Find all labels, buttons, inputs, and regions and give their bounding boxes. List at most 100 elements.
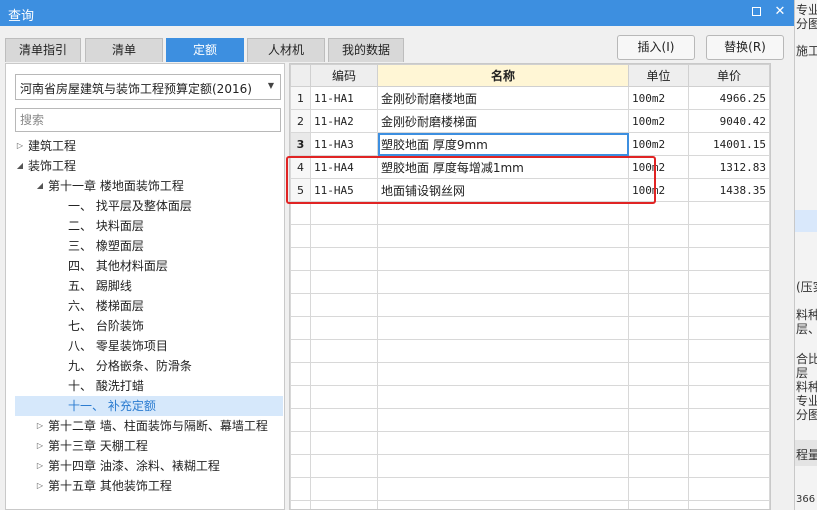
table-row[interactable]: 1 11-HA1 金刚砂耐磨楼地面 100m2 4966.25 <box>290 86 770 110</box>
code-cell[interactable]: 11-HA2 <box>310 109 378 133</box>
header-unit[interactable]: 单位 <box>628 64 689 87</box>
quota-tree: ▷ 建筑工程 ◢ 装饰工程 ◢ 第十一章 楼地面装饰工程 一、 找平层及整体面层 二、 块料面… <box>15 136 283 496</box>
tree-node[interactable]: 九、 分格嵌条、防滑条 <box>15 356 283 376</box>
header-price[interactable]: 单价 <box>688 64 770 87</box>
tree-node[interactable]: 十、 酸洗打蜡 <box>15 376 283 396</box>
unit-cell[interactable]: 100m2 <box>628 86 689 110</box>
tab-bill-guide[interactable]: 清单指引 <box>5 38 81 62</box>
maximize-icon <box>751 7 761 16</box>
tree-node-label: 装饰工程 <box>28 159 77 173</box>
background-app-edge: 专业 分图 施工段 (压实 料种 层、 合比 层 料种 专业 分图 程量 366 <box>794 0 817 510</box>
expand-arrow-icon[interactable]: ▷ <box>15 136 25 156</box>
name-cell[interactable]: 金刚砂耐磨楼地面 <box>377 86 629 110</box>
tree-node[interactable]: ▷ 第十四章 油漆、涂料、裱糊工程 <box>15 456 283 476</box>
table-row[interactable]: 3 11-HA3 塑胶地面 厚度9mm 100m2 14001.15 <box>290 132 770 156</box>
tree-node[interactable]: 七、 台阶装饰 <box>15 316 283 336</box>
price-cell[interactable]: 1438.35 <box>688 178 770 202</box>
code-cell[interactable]: 11-HA1 <box>310 86 378 110</box>
row-number[interactable]: 3 <box>290 132 311 156</box>
tree-node[interactable]: 五、 踢脚线 <box>15 276 283 296</box>
row-number[interactable]: 1 <box>290 86 311 110</box>
tree-node-label: 第十三章 天棚工程 <box>48 439 148 453</box>
tree-node-label: 八、 零星装饰项目 <box>68 339 168 353</box>
tree-node-label: 第十二章 墙、柱面装饰与隔断、幕墙工程 <box>48 419 268 433</box>
expand-arrow-icon[interactable]: ▷ <box>35 416 45 436</box>
quota-table: 编码 名称 单位 单价 1 11-HA1 金刚砂耐磨楼地面 100m2 4966.25 2… <box>290 64 770 509</box>
tree-node[interactable]: 十一、 补充定额 <box>15 396 283 416</box>
tree-node-label: 第十一章 楼地面装饰工程 <box>48 179 184 193</box>
tree-node[interactable]: ▷ 建筑工程 <box>15 136 283 156</box>
tree-node-label: 二、 块料面层 <box>68 219 144 233</box>
name-cell[interactable]: 塑胶地面 厚度每增减1mm <box>377 155 629 179</box>
edge-selected-row <box>795 210 817 232</box>
quota-library-select[interactable]: 河南省房屋建筑与装饰工程预算定额(2016) ▼ <box>15 74 281 100</box>
price-cell[interactable]: 4966.25 <box>688 86 770 110</box>
tree-node-label: 一、 找平层及整体面层 <box>68 199 192 213</box>
tree-node-label: 十、 酸洗打蜡 <box>68 379 144 393</box>
close-button[interactable]: ✕ <box>771 3 789 21</box>
tree-node-label: 第十五章 其他装饰工程 <box>48 479 172 493</box>
expand-arrow-icon[interactable]: ▷ <box>35 476 45 496</box>
tree-node[interactable]: 一、 找平层及整体面层 <box>15 196 283 216</box>
name-cell[interactable]: 金刚砂耐磨楼梯面 <box>377 109 629 133</box>
name-cell[interactable]: 塑胶地面 厚度9mm <box>377 132 629 156</box>
edge-text: 施工段 <box>796 44 817 58</box>
tree-node[interactable]: 四、 其他材料面层 <box>15 256 283 276</box>
tree-node[interactable]: ▷ 第十二章 墙、柱面装饰与隔断、幕墙工程 <box>15 416 283 436</box>
dialog-title-bar: 查询 ✕ <box>0 0 794 26</box>
edge-text: 分图 <box>796 17 817 31</box>
price-cell[interactable]: 1312.83 <box>688 155 770 179</box>
tree-node-label: 九、 分格嵌条、防滑条 <box>68 359 192 373</box>
price-cell[interactable]: 9040.42 <box>688 109 770 133</box>
dialog-title: 查询 <box>8 9 35 24</box>
tree-node-label: 第十四章 油漆、涂料、裱糊工程 <box>48 459 220 473</box>
price-cell[interactable]: 14001.15 <box>688 132 770 156</box>
tree-node-label: 六、 楼梯面层 <box>68 299 144 313</box>
tree-node-label: 四、 其他材料面层 <box>68 259 168 273</box>
name-cell[interactable]: 地面铺设钢丝网 <box>377 178 629 202</box>
tree-node[interactable]: 八、 零星装饰项目 <box>15 336 283 356</box>
insert-button[interactable]: 插入(I) <box>617 35 695 60</box>
tree-node-label: 三、 橡塑面层 <box>68 239 144 253</box>
table-row[interactable]: 2 11-HA2 金刚砂耐磨楼梯面 100m2 9040.42 <box>290 109 770 133</box>
table-header-row: 编码 名称 单位 单价 <box>290 64 770 87</box>
tree-node[interactable]: ◢ 第十一章 楼地面装饰工程 <box>15 176 283 196</box>
tree-node[interactable]: ▷ 第十三章 天棚工程 <box>15 436 283 456</box>
tree-node[interactable]: ◢ 装饰工程 <box>15 156 283 176</box>
expand-arrow-icon[interactable]: ▷ <box>35 456 45 476</box>
edge-text: 366 <box>796 494 816 505</box>
code-cell[interactable]: 11-HA3 <box>310 132 378 156</box>
quota-grid-panel: 编码 名称 单位 单价 1 11-HA1 金刚砂耐磨楼地面 100m2 4966.25 2… <box>289 63 771 510</box>
edge-text: (压实 <box>796 280 817 294</box>
unit-cell[interactable]: 100m2 <box>628 178 689 202</box>
tree-node-label: 七、 台阶装饰 <box>68 319 144 333</box>
row-number[interactable]: 4 <box>290 155 311 179</box>
tab-labor-material[interactable]: 人材机 <box>247 38 325 62</box>
collapse-arrow-icon[interactable]: ◢ <box>35 176 45 196</box>
tree-node[interactable]: 三、 橡塑面层 <box>15 236 283 256</box>
header-name[interactable]: 名称 <box>377 64 629 87</box>
tree-node[interactable]: 六、 楼梯面层 <box>15 296 283 316</box>
tab-bill[interactable]: 清单 <box>85 38 163 62</box>
unit-cell[interactable]: 100m2 <box>628 109 689 133</box>
table-row[interactable]: 5 11-HA5 地面铺设钢丝网 100m2 1438.35 <box>290 178 770 202</box>
chevron-down-icon: ▼ <box>267 81 274 90</box>
unit-cell[interactable]: 100m2 <box>628 132 689 156</box>
maximize-button[interactable] <box>747 3 765 21</box>
table-row[interactable]: 4 11-HA4 塑胶地面 厚度每增减1mm 100m2 1312.83 <box>290 155 770 179</box>
tree-node-label: 五、 踢脚线 <box>68 279 132 293</box>
code-cell[interactable]: 11-HA4 <box>310 155 378 179</box>
row-number[interactable]: 2 <box>290 109 311 133</box>
tree-node[interactable]: ▷ 第十五章 其他装饰工程 <box>15 476 283 496</box>
row-number[interactable]: 5 <box>290 178 311 202</box>
tab-quota[interactable]: 定额 <box>166 38 244 62</box>
unit-cell[interactable]: 100m2 <box>628 155 689 179</box>
collapse-arrow-icon[interactable]: ◢ <box>15 156 25 176</box>
code-cell[interactable]: 11-HA5 <box>310 178 378 202</box>
expand-arrow-icon[interactable]: ▷ <box>35 436 45 456</box>
header-code[interactable]: 编码 <box>310 64 378 87</box>
replace-button[interactable]: 替换(R) <box>706 35 784 60</box>
tab-my-data[interactable]: 我的数据 <box>328 38 404 62</box>
tree-node[interactable]: 二、 块料面层 <box>15 216 283 236</box>
search-input[interactable] <box>15 108 281 132</box>
